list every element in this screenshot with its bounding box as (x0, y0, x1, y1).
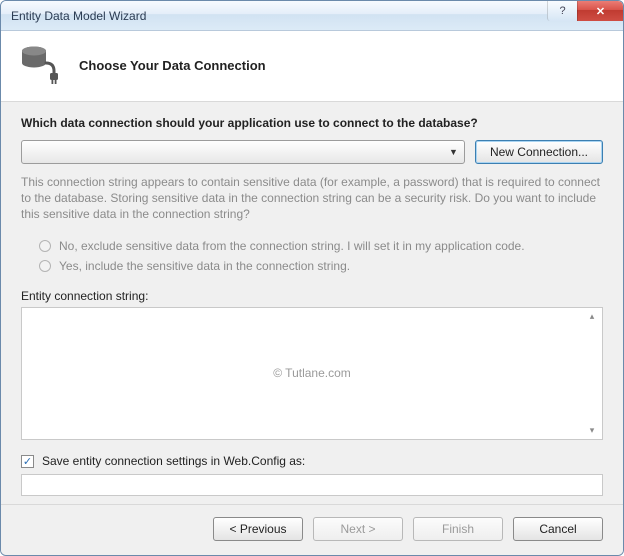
new-connection-label: New Connection... (490, 145, 588, 159)
save-settings-checkbox[interactable]: ✓ (21, 455, 34, 468)
radio-icon (39, 260, 51, 272)
database-plug-icon (19, 45, 63, 85)
window-title: Entity Data Model Wizard (11, 9, 547, 23)
entity-string-label: Entity connection string: (21, 289, 603, 303)
watermark-text: © Tutlane.com (273, 366, 351, 380)
cancel-label: Cancel (539, 522, 576, 536)
wizard-body: Which data connection should your applic… (1, 102, 623, 504)
header-title: Choose Your Data Connection (79, 58, 266, 73)
scroll-up-icon[interactable]: ▴ (585, 310, 599, 324)
sensitive-data-radio-group: No, exclude sensitive data from the conn… (39, 233, 603, 279)
wizard-footer: < Previous Next > Finish Cancel (1, 504, 623, 555)
save-as-name-input[interactable] (21, 474, 603, 496)
checkmark-icon: ✓ (23, 455, 32, 468)
wizard-header: Choose Your Data Connection (1, 31, 623, 102)
new-connection-button[interactable]: New Connection... (475, 140, 603, 164)
previous-button[interactable]: < Previous (213, 517, 303, 541)
previous-label: < Previous (229, 522, 286, 536)
help-icon: ? (559, 5, 565, 17)
finish-button: Finish (413, 517, 503, 541)
titlebar: Entity Data Model Wizard ? ✕ (1, 1, 623, 31)
next-label: Next > (340, 522, 375, 536)
finish-label: Finish (442, 522, 474, 536)
radio-exclude-label: No, exclude sensitive data from the conn… (59, 239, 525, 253)
help-button[interactable]: ? (547, 1, 577, 21)
titlebar-controls: ? ✕ (547, 1, 623, 30)
save-settings-row: ✓ Save entity connection settings in Web… (21, 454, 603, 468)
wizard-window: Entity Data Model Wizard ? ✕ Choose Your… (0, 0, 624, 556)
connection-row: ▼ New Connection... (21, 140, 603, 164)
connection-dropdown[interactable]: ▼ (21, 140, 465, 164)
entity-connection-string-textarea[interactable]: ▴ © Tutlane.com ▾ (21, 307, 603, 440)
close-icon: ✕ (596, 5, 605, 18)
save-settings-label: Save entity connection settings in Web.C… (42, 454, 305, 468)
connection-prompt: Which data connection should your applic… (21, 116, 603, 130)
close-button[interactable]: ✕ (577, 1, 623, 21)
radio-exclude-sensitive: No, exclude sensitive data from the conn… (39, 239, 603, 253)
sensitive-data-info: This connection string appears to contai… (21, 174, 603, 223)
cancel-button[interactable]: Cancel (513, 517, 603, 541)
radio-icon (39, 240, 51, 252)
next-button: Next > (313, 517, 403, 541)
radio-include-sensitive: Yes, include the sensitive data in the c… (39, 259, 603, 273)
chevron-down-icon: ▼ (449, 147, 458, 157)
scroll-down-icon[interactable]: ▾ (585, 423, 599, 437)
radio-include-label: Yes, include the sensitive data in the c… (59, 259, 350, 273)
